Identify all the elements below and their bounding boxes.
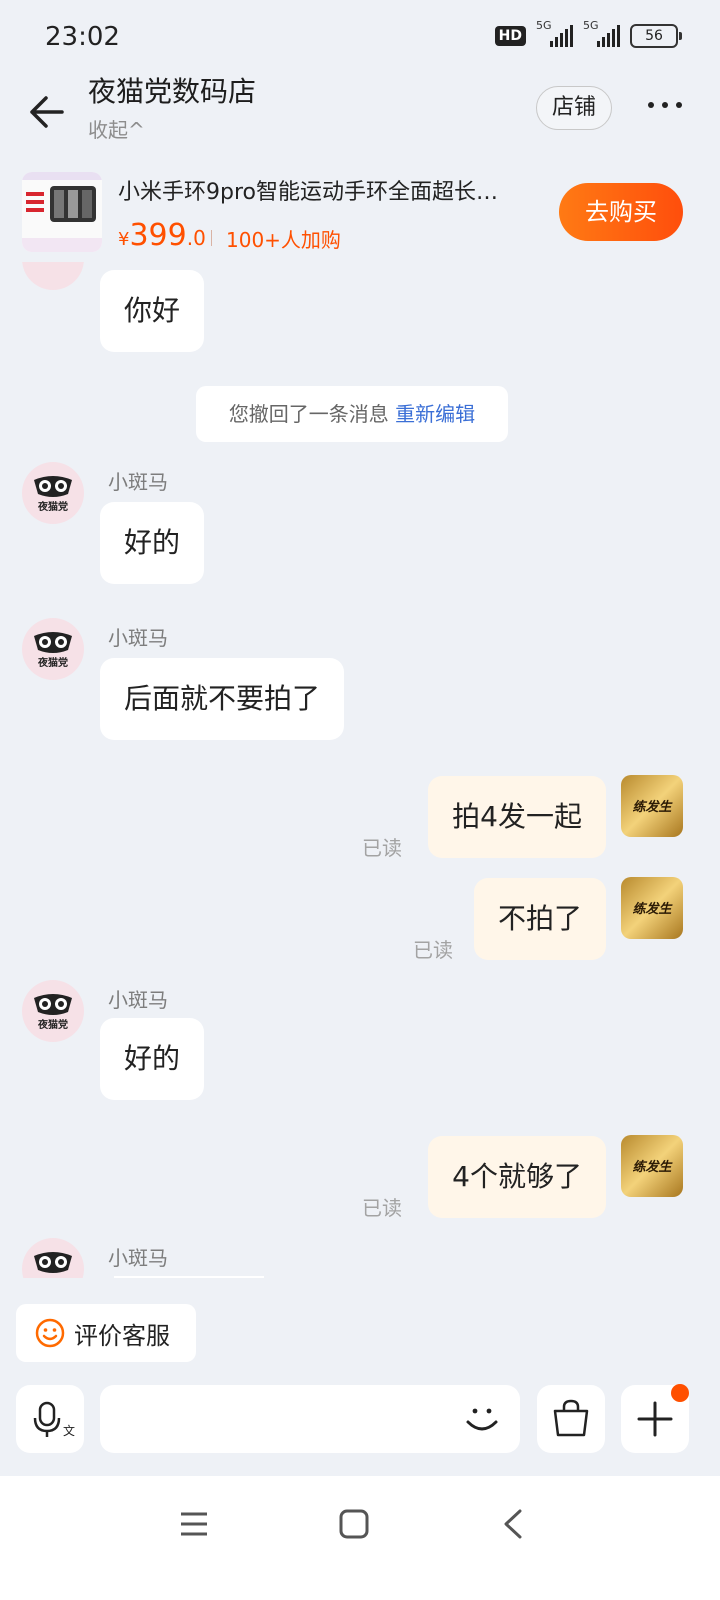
back-arrow-icon[interactable] — [26, 92, 66, 132]
owl-logo-icon: 夜猫党 — [34, 632, 72, 669]
system-nav-bar — [0, 1476, 720, 1600]
owl-logo-icon — [34, 1252, 72, 1273]
message-bubble[interactable]: 你好 — [100, 270, 205, 352]
avatar-shop-text: 夜猫党 — [37, 1018, 68, 1031]
re-edit-link[interactable]: 重新编辑 — [395, 402, 475, 426]
avatar-shop[interactable]: 夜猫党 — [22, 980, 84, 1042]
message-input[interactable] — [100, 1385, 520, 1453]
calligraphy-avatar-icon: 练发生 — [632, 901, 673, 917]
microphone-icon: 文 — [33, 1401, 75, 1438]
message-bubble[interactable]: 好的 — [100, 502, 205, 584]
sender-name: 小斑马 — [108, 470, 168, 494]
avatar-shop[interactable]: 夜猫党 — [22, 618, 84, 680]
notification-dot — [671, 1384, 689, 1402]
price-integer: 399 — [129, 218, 187, 253]
avatar-shop-partial[interactable] — [22, 262, 84, 290]
avatar-shop-text: 夜猫党 — [37, 500, 68, 513]
sender-name: 小斑马 — [108, 1246, 168, 1270]
message-bubble-self[interactable]: 不拍了 — [473, 878, 606, 960]
avatar-shop[interactable]: 夜猫党 — [22, 462, 84, 524]
back-chevron-icon[interactable] — [498, 1508, 530, 1540]
emoji-icon[interactable] — [458, 1394, 506, 1442]
recall-text: 您撤回了一条消息 — [228, 402, 389, 426]
owl-logo-icon: 夜猫党 — [34, 994, 72, 1031]
voice-translate-label: 文 — [63, 1423, 75, 1438]
read-receipt: 已读 — [362, 1196, 402, 1220]
message-bubble[interactable]: 后面就不要拍了 — [100, 658, 345, 740]
collapse-toggle[interactable]: 收起^ — [88, 114, 145, 143]
voice-input-button[interactable]: 文 — [16, 1385, 84, 1453]
shopping-bag-button[interactable] — [537, 1385, 605, 1453]
avatar-self-text: 练发生 — [632, 799, 673, 815]
status-indicators: HD 5G 5G 56 — [494, 19, 682, 48]
signal-icon-2: 5G — [583, 19, 620, 47]
network-type-label-2: 5G — [583, 19, 599, 32]
owl-logo-icon: 夜猫党 — [34, 476, 72, 513]
avatar-self-text: 练发生 — [632, 901, 673, 917]
shopping-bag-icon — [553, 1399, 589, 1437]
read-receipt: 已读 — [413, 938, 453, 962]
read-receipt: 已读 — [362, 836, 402, 860]
avatar-shop-partial[interactable] — [22, 1238, 84, 1278]
message-bubble[interactable]: 好的 — [100, 1018, 205, 1100]
home-square-icon[interactable] — [338, 1508, 370, 1540]
product-thumbnail[interactable] — [22, 172, 102, 252]
calligraphy-avatar-icon: 练发生 — [632, 1159, 673, 1175]
rate-service-button[interactable]: 评价客服 — [16, 1304, 196, 1362]
avatar-shop-text: 夜猫党 — [37, 656, 68, 669]
calligraphy-avatar-icon: 练发生 — [632, 799, 673, 815]
price-decimal: .0 — [186, 226, 206, 250]
divider — [211, 230, 212, 246]
shop-name[interactable]: 夜猫党数码店 — [88, 70, 256, 110]
message-bubble-self[interactable]: 拍4发一起 — [428, 776, 606, 858]
rate-service-label: 评价客服 — [74, 1321, 170, 1350]
product-price: ¥ 399 .0 — [118, 218, 206, 253]
network-type-label: 5G — [536, 19, 552, 32]
store-button[interactable]: 店铺 — [536, 86, 612, 130]
message-bubble-partial — [114, 1276, 264, 1278]
menu-icon[interactable] — [178, 1508, 210, 1540]
sender-name: 小斑马 — [108, 626, 168, 650]
status-time: 23:02 — [45, 22, 120, 52]
buy-button[interactable]: 去购买 — [559, 183, 683, 241]
signal-icon: 5G — [536, 19, 573, 47]
avatar-self[interactable]: 练发生 — [621, 1135, 683, 1197]
battery-icon: 56 — [630, 24, 682, 48]
hd-badge: HD — [494, 26, 526, 46]
added-to-cart-count: 100+人加购 — [226, 228, 341, 252]
product-title[interactable]: 小米手环9pro智能运动手环全面超长… — [118, 174, 548, 206]
price-currency: ¥ — [118, 229, 130, 250]
avatar-self-text: 练发生 — [632, 1159, 673, 1175]
recall-notice: 您撤回了一条消息 重新编辑 — [196, 386, 508, 442]
smile-face-icon — [35, 1318, 65, 1348]
message-bubble-self[interactable]: 4个就够了 — [428, 1136, 606, 1218]
avatar-self[interactable]: 练发生 — [621, 877, 683, 939]
more-dots-icon[interactable] — [648, 102, 682, 108]
avatar-self[interactable]: 练发生 — [621, 775, 683, 837]
sender-name: 小斑马 — [108, 988, 168, 1012]
